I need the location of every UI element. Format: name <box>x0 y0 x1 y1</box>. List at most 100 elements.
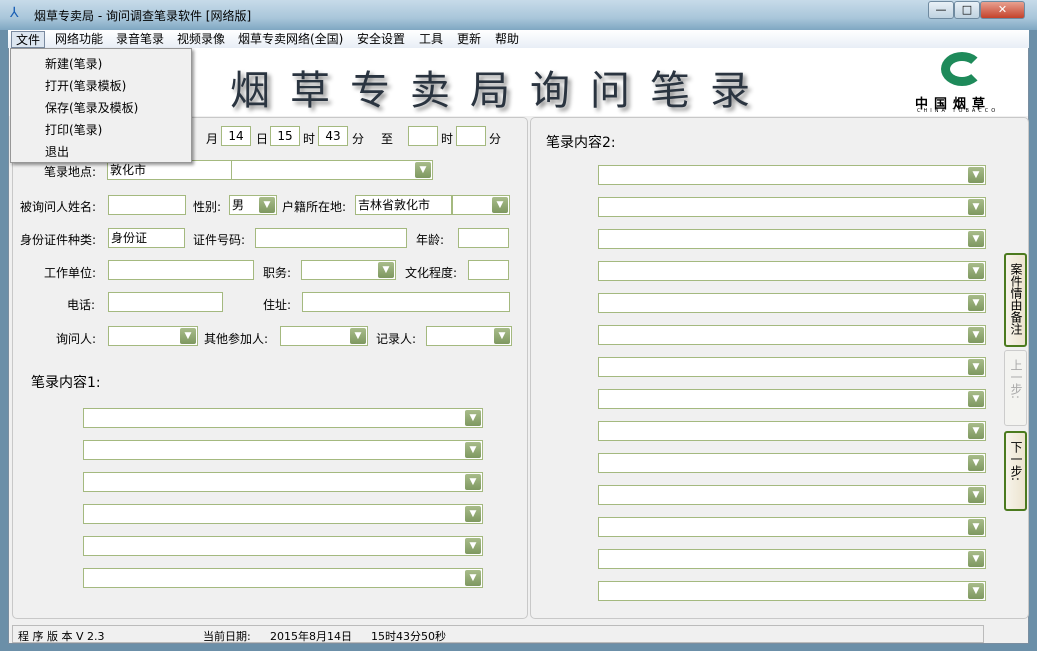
chevron-down-icon: ▼ <box>968 231 984 247</box>
chevron-down-icon: ▼ <box>259 197 275 213</box>
content2-select[interactable]: ▼ <box>598 389 986 409</box>
position-select[interactable]: ▼ <box>301 260 396 280</box>
menu-security[interactable]: 安全设置 <box>353 31 409 48</box>
next-step-button[interactable]: 下一步: <box>1004 431 1027 511</box>
address-input[interactable] <box>302 292 510 312</box>
employer-label: 工作单位: <box>44 266 97 280</box>
case-note-label: 案件情由备注 <box>1009 263 1023 335</box>
china-tobacco-logo <box>941 52 983 86</box>
others-label: 其他参加人: <box>204 332 269 346</box>
content2-select[interactable]: ▼ <box>598 549 986 569</box>
chevron-down-icon: ▼ <box>465 410 481 426</box>
chevron-down-icon: ▼ <box>465 506 481 522</box>
domicile-label: 户籍所在地: <box>282 200 347 214</box>
banner-title: 烟草专卖局询问笔录 <box>230 68 770 114</box>
day-input[interactable]: 14 <box>221 126 251 146</box>
content2-select[interactable]: ▼ <box>598 581 986 601</box>
content1-select[interactable]: ▼ <box>83 440 483 460</box>
date-text: 2015年8月14日 <box>270 630 352 643</box>
status-bar: 程 序 版 本 V 2.3 当前日期: 2015年8月14日 15时43分50秒 <box>12 625 984 643</box>
content2-select[interactable]: ▼ <box>598 261 986 281</box>
date-label: 当前日期: <box>203 630 251 643</box>
hour-input[interactable]: 15 <box>270 126 300 146</box>
chevron-down-icon: ▼ <box>968 391 984 407</box>
others-select[interactable]: ▼ <box>280 326 368 346</box>
menu-tools[interactable]: 工具 <box>415 31 447 48</box>
content2-select[interactable]: ▼ <box>598 453 986 473</box>
menu-item-print[interactable]: 打印(笔录) <box>45 121 102 138</box>
month-label: 月 <box>206 132 219 146</box>
menu-audio[interactable]: 录音笔录 <box>112 31 168 48</box>
end-hour-input[interactable] <box>408 126 438 146</box>
education-input[interactable] <box>468 260 509 280</box>
menu-help[interactable]: 帮助 <box>491 31 523 48</box>
content2-select[interactable]: ▼ <box>598 325 986 345</box>
file-dropdown-menu: 新建(笔录) 打开(笔录模板) 保存(笔录及模板) 打印(笔录) 退出 <box>10 48 192 163</box>
name-input[interactable] <box>108 195 186 215</box>
menu-item-new[interactable]: 新建(笔录) <box>45 55 102 72</box>
to-label: 至 <box>381 132 394 146</box>
app-icon: ⅄ <box>10 5 19 21</box>
version-text: 程 序 版 本 V 2.3 <box>18 630 105 643</box>
end-minute-input[interactable] <box>456 126 486 146</box>
content1-select[interactable]: ▼ <box>83 536 483 556</box>
location-input[interactable]: 敦化市 <box>107 160 233 180</box>
content2-label: 笔录内容2: <box>546 135 616 151</box>
age-label: 年龄: <box>416 233 445 247</box>
menu-update[interactable]: 更新 <box>453 31 485 48</box>
minimize-button[interactable]: — <box>928 1 954 19</box>
content1-select[interactable]: ▼ <box>83 472 483 492</box>
gender-select[interactable]: 男 ▼ <box>229 195 277 215</box>
phone-label: 电话: <box>67 298 96 312</box>
content2-select[interactable]: ▼ <box>598 421 986 441</box>
content1-select[interactable]: ▼ <box>83 408 483 428</box>
phone-input[interactable] <box>108 292 223 312</box>
location-select[interactable]: ▼ <box>231 160 433 180</box>
prev-step-label: 上一步: <box>1009 359 1023 400</box>
chevron-down-icon: ▼ <box>465 538 481 554</box>
chevron-down-icon: ▼ <box>968 295 984 311</box>
minute-input[interactable]: 43 <box>318 126 348 146</box>
chevron-down-icon: ▼ <box>968 167 984 183</box>
content1-select[interactable]: ▼ <box>83 568 483 588</box>
end-minute-label: 分 <box>489 132 502 146</box>
chevron-down-icon: ▼ <box>968 551 984 567</box>
chevron-down-icon: ▼ <box>968 327 984 343</box>
gender-value: 男 <box>232 198 245 212</box>
id-type-label: 身份证件种类: <box>20 233 97 247</box>
domicile-select[interactable]: ▼ <box>452 195 510 215</box>
content2-select[interactable]: ▼ <box>598 197 986 217</box>
menu-network[interactable]: 网络功能 <box>51 31 107 48</box>
prev-step-button[interactable]: 上一步: <box>1004 350 1027 426</box>
menu-video[interactable]: 视频录像 <box>173 31 229 48</box>
close-button[interactable]: ✕ <box>980 1 1025 19</box>
id-type-input[interactable]: 身份证 <box>108 228 185 248</box>
content1-select[interactable]: ▼ <box>83 504 483 524</box>
menu-item-save[interactable]: 保存(笔录及模板) <box>45 99 138 116</box>
name-label: 被询问人姓名: <box>20 200 97 214</box>
menu-item-open[interactable]: 打开(笔录模板) <box>45 77 126 94</box>
interviewer-select[interactable]: ▼ <box>108 326 198 346</box>
menu-file[interactable]: 文件 <box>11 31 46 48</box>
employer-input[interactable] <box>108 260 254 280</box>
case-note-button[interactable]: 案件情由备注 <box>1004 253 1027 347</box>
content2-select[interactable]: ▼ <box>598 517 986 537</box>
age-input[interactable] <box>458 228 509 248</box>
address-label: 住址: <box>263 298 292 312</box>
chevron-down-icon: ▼ <box>180 328 196 344</box>
education-label: 文化程度: <box>405 266 458 280</box>
content2-select[interactable]: ▼ <box>598 165 986 185</box>
content2-select[interactable]: ▼ <box>598 293 986 313</box>
menu-tobacco-network[interactable]: 烟草专卖网络(全国) <box>234 31 347 48</box>
content2-select[interactable]: ▼ <box>598 229 986 249</box>
chevron-down-icon: ▼ <box>968 519 984 535</box>
end-hour-label: 时 <box>441 132 454 146</box>
maximize-button[interactable]: □ <box>954 1 980 19</box>
recorder-select[interactable]: ▼ <box>426 326 512 346</box>
content2-select[interactable]: ▼ <box>598 357 986 377</box>
id-no-input[interactable] <box>255 228 407 248</box>
content2-select[interactable]: ▼ <box>598 485 986 505</box>
menu-item-exit[interactable]: 退出 <box>45 143 69 160</box>
chevron-down-icon: ▼ <box>492 197 508 213</box>
domicile-input[interactable]: 吉林省敦化市 <box>355 195 452 215</box>
